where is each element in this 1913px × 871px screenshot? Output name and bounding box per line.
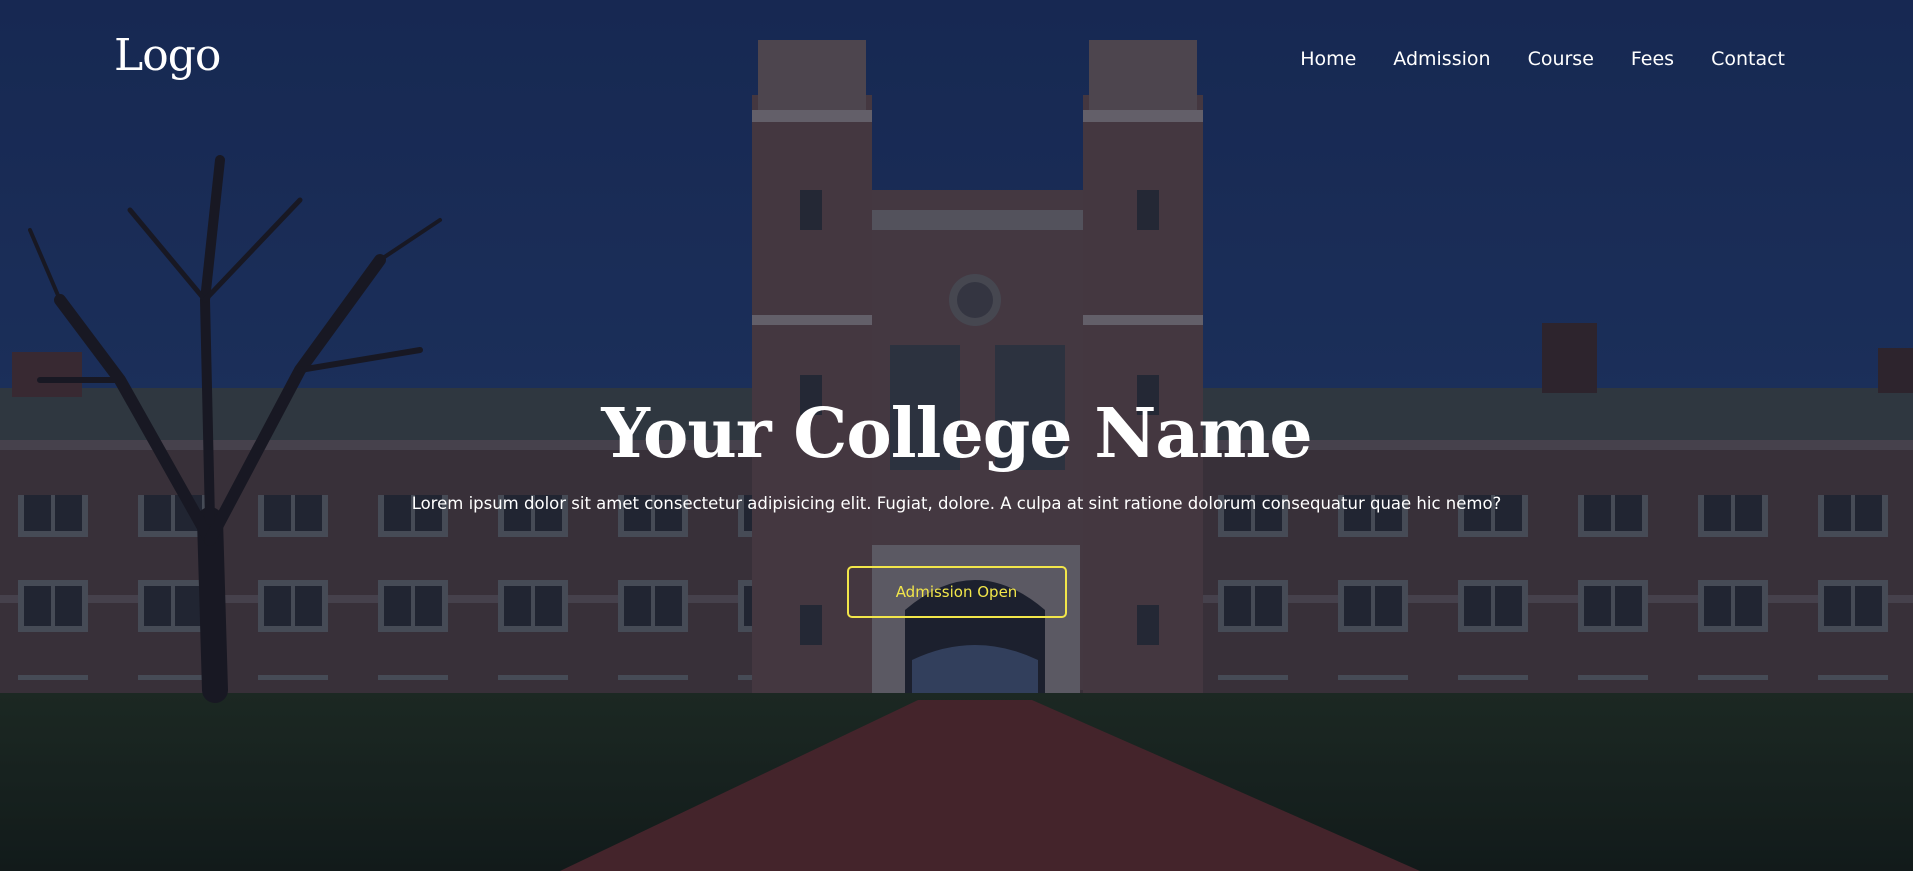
navbar: Logo Home Admission Course Fees Contact — [0, 0, 1913, 126]
nav-link-contact[interactable]: Contact — [1711, 50, 1785, 69]
hero-section: Logo Home Admission Course Fees Contact … — [0, 0, 1913, 871]
admission-open-button[interactable]: Admission Open — [846, 566, 1067, 618]
hero-content: Your College Name Lorem ipsum dolor sit … — [0, 392, 1913, 618]
hero-description: Lorem ipsum dolor sit amet consectetur a… — [411, 494, 1502, 513]
nav-link-admission[interactable]: Admission — [1393, 50, 1490, 69]
college-name-heading: Your College Name — [601, 394, 1312, 474]
nav-item-course: Course — [1528, 50, 1594, 69]
nav-item-admission: Admission — [1393, 50, 1490, 69]
logo[interactable]: Logo — [114, 34, 221, 78]
nav-link-fees[interactable]: Fees — [1631, 50, 1674, 69]
nav-link-home[interactable]: Home — [1300, 50, 1356, 69]
nav-links: Home Admission Course Fees Contact — [1300, 50, 1785, 69]
nav-link-course[interactable]: Course — [1528, 50, 1594, 69]
nav-item-fees: Fees — [1631, 50, 1674, 69]
nav-item-contact: Contact — [1711, 50, 1785, 69]
nav-item-home: Home — [1300, 50, 1356, 69]
